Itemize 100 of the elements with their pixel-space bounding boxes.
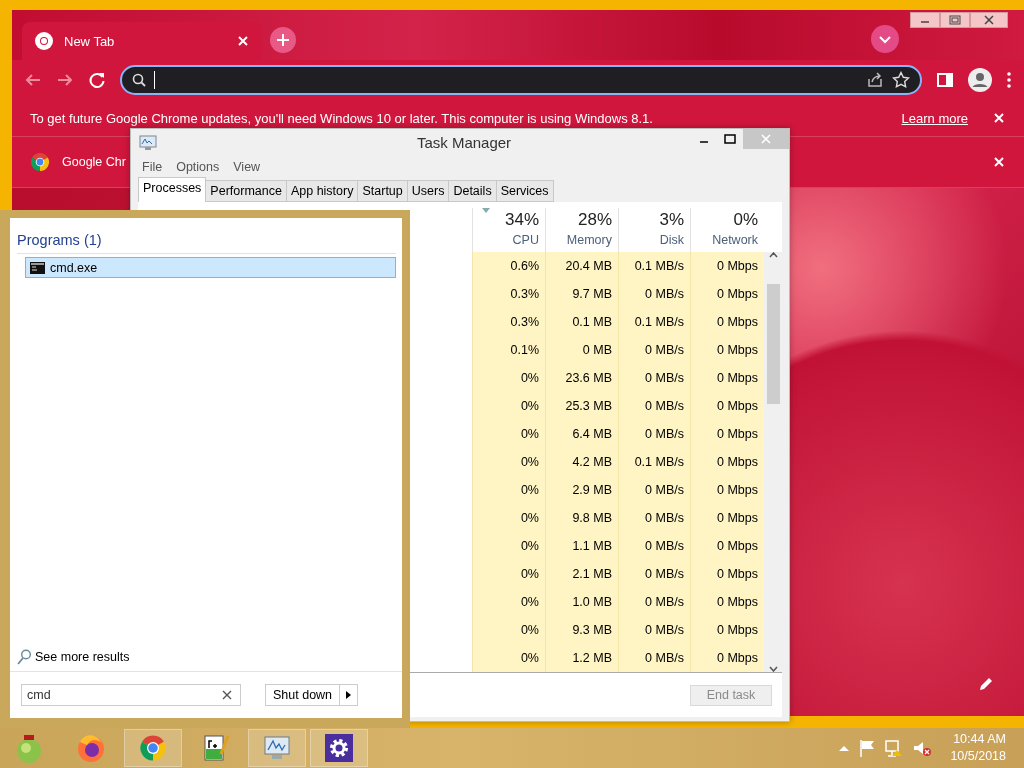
clock-time: 10:44 AM (953, 731, 1006, 748)
table-cell: 0 MB (545, 336, 618, 365)
table-cell: 0 MB/s (618, 280, 690, 309)
table-cell: 0 MB/s (618, 476, 690, 505)
table-cell: 0% (472, 420, 545, 449)
table-cell: 0 Mbps (690, 364, 764, 393)
column-label: Network (711, 233, 758, 248)
volume-muted-icon[interactable] (912, 739, 933, 757)
tab[interactable]: Performance (206, 180, 287, 203)
shut-down-button[interactable]: Shut down (265, 684, 341, 706)
section-heading: Programs (1) (17, 232, 396, 254)
table-cell: 0% (472, 588, 545, 617)
close-icon[interactable] (970, 12, 1008, 28)
reload-icon[interactable] (88, 71, 106, 89)
search-result[interactable]: cmd.exe (25, 257, 396, 278)
search-field[interactable]: cmd (21, 684, 241, 706)
table-cell: 23.6 MB (545, 364, 618, 393)
options-arrow-button[interactable] (340, 684, 359, 706)
table-cell: 0 Mbps (690, 476, 764, 505)
tab[interactable]: Startup (358, 180, 408, 203)
table-cell: 0 Mbps (690, 336, 764, 365)
table-cell: 0 MB/s (618, 392, 690, 421)
table-cell: 0 MB/s (618, 420, 690, 449)
table-cell: 1.1 MB (545, 532, 618, 561)
close-icon[interactable] (992, 155, 1006, 169)
tab[interactable]: Services (496, 180, 554, 203)
scroll-up-icon[interactable] (768, 252, 778, 259)
table-cell: 0 MB/s (618, 364, 690, 393)
table-cell: 0 Mbps (690, 392, 764, 421)
tab[interactable]: Processes (138, 177, 207, 203)
close-icon[interactable] (236, 34, 250, 48)
scroll-thumb[interactable] (766, 284, 780, 405)
result-label: cmd.exe (50, 260, 98, 275)
table-cell: 0% (472, 532, 545, 561)
see-more-link[interactable]: See more results (35, 650, 130, 664)
close-icon[interactable] (992, 111, 1006, 125)
table-cell: 0% (472, 448, 545, 477)
window-title: Task Manager (416, 134, 512, 151)
menu-item[interactable]: Options (171, 158, 225, 177)
share-icon[interactable] (866, 71, 884, 89)
settings-icon (323, 732, 355, 764)
table-cell: 0% (472, 392, 545, 421)
table-cell: 1.2 MB (545, 644, 618, 673)
menu-icon[interactable] (1006, 71, 1012, 89)
tab[interactable]: Users (407, 180, 450, 203)
table-cell: 0% (472, 644, 545, 673)
table-cell: 0 Mbps (690, 616, 764, 645)
table-cell: 0 Mbps (690, 588, 764, 617)
learn-more-link[interactable]: Learn more (901, 110, 968, 126)
table-cell: 0.6% (472, 252, 545, 281)
table-cell: 0 Mbps (690, 644, 764, 673)
search-icon (132, 73, 146, 87)
table-cell: 4.2 MB (545, 448, 618, 477)
table-cell: 0 MB/s (618, 644, 690, 673)
clear-icon[interactable] (222, 690, 232, 700)
table-cell: 0.3% (472, 280, 545, 309)
table-cell: 0 Mbps (690, 280, 764, 309)
table-cell: 0 MB/s (618, 616, 690, 645)
tab[interactable]: Details (449, 180, 497, 203)
table-cell: 0.1 MB (545, 308, 618, 337)
tab[interactable]: App history (286, 180, 359, 203)
task-manager-icon (139, 134, 157, 151)
table-cell: 0 Mbps (690, 560, 764, 589)
info-message: Google Chr (62, 155, 126, 169)
table-cell: 0.1 MB/s (618, 308, 690, 337)
table-cell: 0.1% (472, 336, 545, 365)
table-cell: 0.1 MB/s (618, 448, 690, 477)
table-cell: 0 MB/s (618, 504, 690, 533)
table-cell: 0% (472, 364, 545, 393)
table-cell: 0.1 MB/s (618, 252, 690, 281)
info-message: To get future Google Chrome updates, you'll need Windows 10 or later. This computer is using Windows 8.1. (30, 110, 654, 126)
chrome-icon (137, 732, 169, 764)
table-cell: 0 Mbps (690, 420, 764, 449)
star-icon[interactable] (892, 71, 910, 89)
table-cell: 9.3 MB (545, 616, 618, 645)
table-cell: 0 MB/s (618, 588, 690, 617)
address-bar[interactable] (120, 65, 922, 95)
table-cell: 2.1 MB (545, 560, 618, 589)
menu-item[interactable]: View (228, 158, 266, 177)
chevron-down-icon[interactable] (871, 25, 899, 53)
table-cell: 0% (472, 504, 545, 533)
table-cell: 0 MB/s (618, 532, 690, 561)
table-cell: 9.7 MB (545, 280, 618, 309)
taskbar-app[interactable] (310, 729, 368, 767)
table-cell: 0.3% (472, 308, 545, 337)
table-cell: 0 Mbps (690, 252, 764, 281)
column-total: 28% (576, 210, 612, 231)
column-total: 34% (503, 210, 539, 231)
pencil-icon[interactable] (978, 676, 994, 692)
avatar-icon[interactable] (968, 68, 992, 92)
scroll-down-icon[interactable] (768, 666, 778, 673)
table-cell: 2.9 MB (545, 476, 618, 505)
clock-date: 10/5/2018 (950, 748, 1006, 765)
side-panel-icon[interactable] (936, 71, 954, 89)
browser-tab[interactable]: New Tab (22, 22, 262, 60)
menu-item[interactable]: File (137, 158, 168, 177)
column-total: 0% (732, 210, 758, 231)
new-tab-icon[interactable] (270, 27, 296, 53)
table-cell: 0% (472, 560, 545, 589)
table-cell: 1.0 MB (545, 588, 618, 617)
